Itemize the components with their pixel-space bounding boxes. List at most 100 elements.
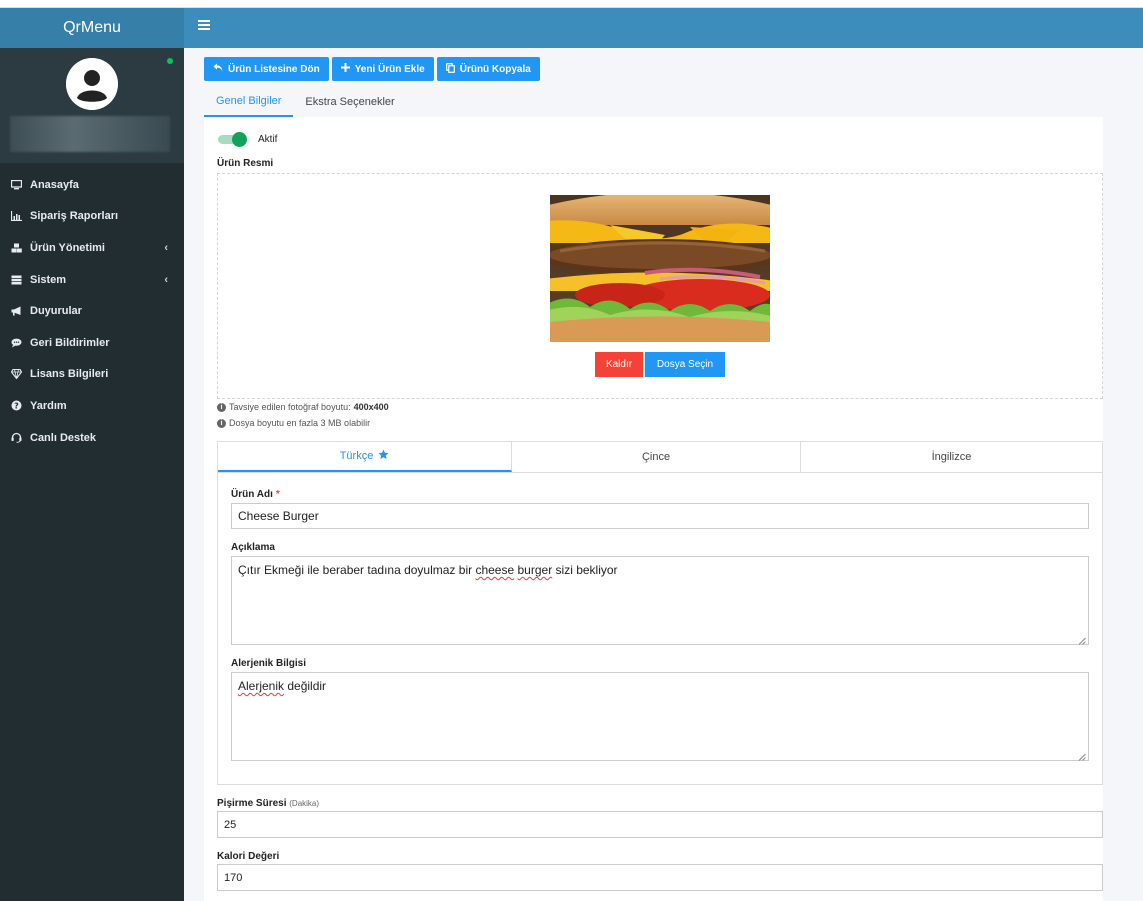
remove-image-button[interactable]: Kaldır [595, 352, 643, 377]
calorie-input[interactable]: 170 [217, 864, 1103, 891]
info-icon: i [217, 418, 226, 428]
product-image-label: Ürün Resmi [217, 158, 274, 169]
question-icon: ? [10, 400, 22, 412]
sidebar-item-label: Anasayfa [30, 178, 79, 191]
image-size-hint-text: Tavsiye edilen fotoğraf boyutu: [229, 402, 351, 412]
sidebar-menu: Anasayfa Sipariş Raporları Ürün Yönetimi… [0, 163, 184, 453]
sidebar-item-canli-destek[interactable]: Canlı Destek [0, 422, 184, 454]
copy-product-label: Ürünü Kopyala [459, 63, 531, 75]
user-panel [0, 48, 184, 163]
sidebar-item-label: Canlı Destek [30, 431, 97, 444]
cook-time-input[interactable]: 25 [217, 811, 1103, 838]
sidebar-item-duyurular[interactable]: Duyurular [0, 295, 184, 327]
add-product-button[interactable]: Yeni Ürün Ekle [331, 57, 434, 81]
sidebar-item-sistem[interactable]: Sistem ‹ [0, 264, 184, 296]
sidebar-item-lisans-bilgileri[interactable]: Lisans Bilgileri [0, 359, 184, 391]
sidebar-item-geri-bildirimler[interactable]: Geri Bildirimler [0, 327, 184, 359]
sidebar-item-yardim[interactable]: ? Yardım [0, 390, 184, 422]
image-size-hint-value: 400x400 [353, 402, 389, 412]
sidebar-item-urun-yonetimi[interactable]: Ürün Yönetimi ‹ [0, 232, 184, 264]
reply-arrow-icon [213, 63, 223, 75]
cook-time-value: 25 [224, 818, 237, 831]
comments-icon [10, 337, 22, 349]
file-size-hint-text: Dosya boyutu en fazla 3 MB olabilir [229, 418, 371, 428]
sidebar: QrMenu Anasayfa Sipariş Raporları Ürün Y… [0, 8, 184, 901]
plus-icon [340, 63, 350, 75]
top-header [184, 8, 1143, 48]
select-file-button[interactable]: Dosya Seçin [645, 352, 725, 377]
tab-lang-cince[interactable]: Çince [512, 442, 801, 472]
monitor-icon [10, 179, 22, 191]
product-name-input[interactable]: Cheese Burger [231, 503, 1089, 529]
required-marker: * [275, 489, 280, 500]
sidebar-item-label: Duyurular [30, 305, 82, 318]
chart-icon [10, 210, 22, 222]
chevron-left-icon: ‹ [164, 241, 168, 254]
product-name-label-text: Ürün Adı [231, 489, 273, 500]
cook-time-label: Pişirme Süresi (Dakika) [217, 798, 319, 809]
allergen-text-rest: değildir [284, 679, 327, 693]
add-product-label: Yeni Ürün Ekle [354, 63, 425, 75]
product-name-label: Ürün Adı * [231, 489, 280, 500]
allergen-misspelled-word: Alerjenik [238, 679, 285, 693]
toggle-knob [232, 132, 247, 147]
diamond-icon [10, 368, 22, 380]
tab-genel-bilgiler[interactable]: Genel Bilgiler [204, 86, 294, 117]
description-misspelled-word: burger [517, 563, 553, 577]
language-tabs: Türkçe Çince İngilizce [218, 442, 1102, 473]
allergen-label: Alerjenik Bilgisi [231, 658, 307, 669]
calorie-value: 170 [224, 871, 243, 884]
tab-lang-turkce[interactable]: Türkçe [218, 442, 512, 472]
sidebar-item-label: Ürün Yönetimi [30, 241, 105, 254]
blurred-user-name [10, 116, 170, 152]
image-size-hint: i Tavsiye edilen fotoğraf boyutu: 400x40… [217, 402, 389, 412]
svg-text:?: ? [14, 402, 19, 411]
browser-top-edge [0, 0, 1143, 8]
language-panel: Türkçe Çince İngilizce Ürün Adı * Cheese … [217, 441, 1103, 785]
copy-product-button[interactable]: Ürünü Kopyala [436, 57, 540, 81]
brand-logo[interactable]: QrMenu [0, 8, 184, 48]
description-text-part: Çıtır Ekmeği ile beraber tadına doyulmaz… [238, 563, 476, 577]
tab-ekstra-secenekler[interactable]: Ekstra Seçenekler [293, 86, 406, 117]
description-label: Açıklama [231, 542, 275, 553]
image-dropzone[interactable]: Kaldır Dosya Seçin [217, 173, 1103, 399]
resize-handle-icon[interactable] [1078, 634, 1086, 645]
cook-time-unit: (Dakika) [289, 799, 320, 808]
hamburger-menu-icon[interactable] [198, 20, 210, 34]
sidebar-item-label: Sistem [30, 273, 67, 286]
sidebar-item-label: Geri Bildirimler [30, 336, 110, 349]
description-textarea[interactable]: Çıtır Ekmeği ile beraber tadına doyulmaz… [231, 556, 1089, 645]
active-toggle-label: Aktif [258, 134, 278, 145]
online-status-icon [167, 58, 173, 64]
sidebar-item-siparis-raporlari[interactable]: Sipariş Raporları [0, 201, 184, 233]
resize-handle-icon[interactable] [1078, 750, 1086, 761]
copy-icon [445, 62, 455, 76]
action-toolbar: Ürün Listesine Dön Yeni Ürün Ekle Ürünü … [204, 57, 540, 81]
file-size-hint: i Dosya boyutu en fazla 3 MB olabilir [217, 418, 370, 428]
calorie-label: Kalori Değeri [217, 851, 280, 862]
star-icon [378, 449, 389, 463]
user-avatar-icon[interactable] [66, 58, 118, 110]
info-icon: i [217, 402, 226, 412]
description-misspelled-word: cheese [475, 563, 515, 577]
back-to-list-label: Ürün Listesine Dön [228, 63, 320, 75]
megaphone-icon [10, 305, 22, 317]
main-content: Ürün Listesine Dön Yeni Ürün Ekle Ürünü … [184, 48, 1143, 901]
chevron-left-icon: ‹ [164, 273, 168, 286]
sidebar-item-label: Yardım [30, 399, 67, 412]
description-text-part: sizi bekliyor [552, 563, 618, 577]
sidebar-item-anasayfa[interactable]: Anasayfa [0, 169, 184, 201]
product-form-card: Aktif Ürün Resmi Kaldır Dosya Seçin i Ta… [204, 117, 1103, 901]
page-tabs: Genel Bilgiler Ekstra Seçenekler [204, 86, 407, 117]
server-icon [10, 274, 22, 286]
product-name-value: Cheese Burger [238, 509, 319, 523]
product-photo [550, 195, 770, 342]
active-toggle[interactable] [218, 132, 248, 147]
tab-lang-label: Türkçe [339, 450, 374, 462]
sidebar-item-label: Lisans Bilgileri [30, 368, 109, 381]
allergen-textarea[interactable]: Alerjenik değildir [231, 672, 1089, 761]
tab-lang-ingilizce[interactable]: İngilizce [801, 442, 1102, 472]
back-to-list-button[interactable]: Ürün Listesine Dön [204, 57, 329, 81]
sidebar-item-label: Sipariş Raporları [30, 210, 119, 223]
cook-time-label-text: Pişirme Süresi [217, 798, 287, 809]
